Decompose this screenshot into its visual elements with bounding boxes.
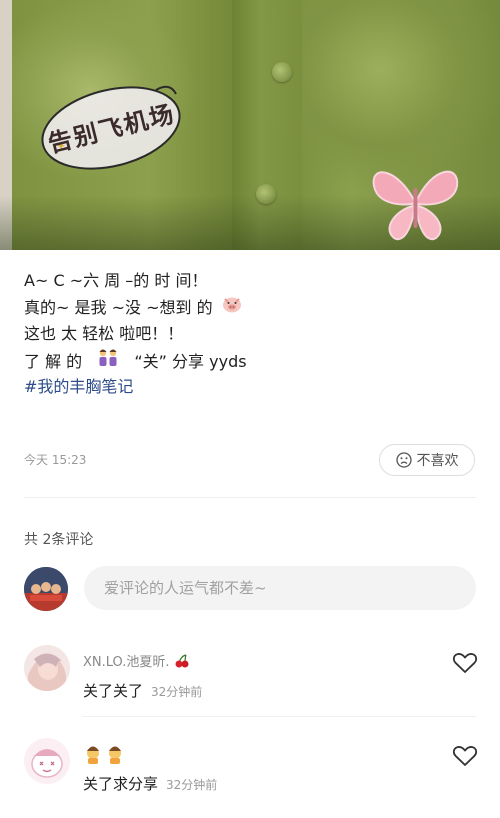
post-time: 今天 15:23 [24,453,87,467]
commenter-name[interactable] [83,744,127,768]
commenter-name[interactable]: XN.LO.池夏昕. [83,651,190,673]
post-body: A~ C ~六 周 –的 时 间！ 真的~ 是我 ~没 ~想到 的 这也 太 轻… [24,268,484,401]
comment-body: 关了关了 32分钟前 [83,680,202,701]
divider [82,716,476,717]
post-image[interactable]: ✦ 告别飞机场 [0,0,500,250]
hashtag-link[interactable]: #我的丰胸笔记 [24,374,484,401]
comment-count: 共 2条评论 [24,532,94,548]
dislike-button[interactable]: 不喜欢 [379,444,475,476]
commenter-avatar[interactable] [24,645,70,691]
kids-icon [83,744,127,768]
post-line-text: 真的~ 是我 ~没 ~想到 的 [24,297,213,317]
post-line: 了 解 的 “关” 分享 yyds [24,348,484,375]
post-line: 这也 太 轻松 啦吧！！ [24,324,184,343]
text-sticker: ✦ 告别飞机场 [36,76,186,176]
like-button[interactable] [452,744,478,768]
cherry-icon [174,653,190,673]
dislike-label: 不喜欢 [416,453,459,469]
comment-input[interactable] [84,566,476,610]
shirt-button [272,62,292,82]
commenter-avatar[interactable] [24,738,70,784]
heart-outline-icon [452,653,478,673]
sad-face-icon [395,452,412,468]
like-button[interactable] [452,651,478,675]
comment-text: 关了关了 [83,682,144,700]
comment-time: 32分钟前 [151,685,203,699]
comment-time: 32分钟前 [166,778,218,792]
comment-body: 关了求分享 32分钟前 [83,773,217,794]
post-line: A~ C ~六 周 –的 时 间！ [24,271,208,290]
commenter-name-text: XN.LO.池夏昕. [83,655,170,670]
butterfly-sticker [372,170,459,241]
post-line-text: “关” 分享 yyds [134,351,247,371]
divider [24,497,476,498]
heart-outline-icon [452,746,478,766]
post-line-text: 了 解 的 [24,351,83,371]
comment-text: 关了求分享 [83,775,159,793]
current-user-avatar[interactable] [24,567,68,611]
post-line: 真的~ 是我 ~没 ~想到 的 [24,295,484,322]
two-women-icon [97,348,119,377]
pig-face-icon [222,295,242,322]
